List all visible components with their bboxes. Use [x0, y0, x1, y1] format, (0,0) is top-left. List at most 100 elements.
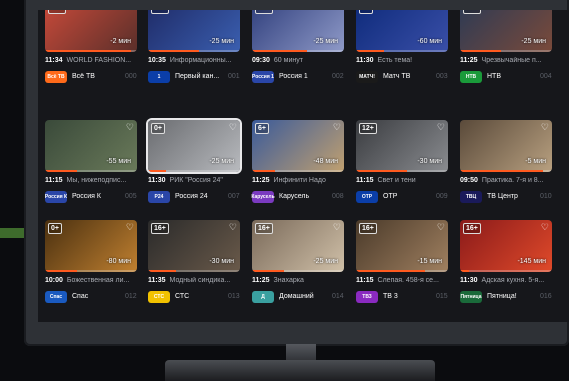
remaining-time: -25 мин [209, 158, 234, 165]
channel-row[interactable]: ТВ3 ТВ 3 015 [356, 290, 460, 304]
progress-fill [148, 170, 167, 172]
program-title: Слепая. 458-я се... [377, 277, 439, 284]
channel-row[interactable]: Всё ТВ Всё ТВ 000 [45, 70, 149, 84]
channel-row[interactable]: Пятница Пятница! 016 [460, 290, 564, 304]
channel-name: Первый кан... [175, 73, 220, 80]
program-thumbnail[interactable]: ♡ -5 мин [460, 120, 552, 172]
program-info: 11:25 Знахарка [252, 277, 352, 287]
channel-row[interactable]: Россия К Россия К 005 [45, 190, 149, 204]
channel-row[interactable]: ТВЦ ТВ Центр 010 [460, 190, 564, 204]
program-thumbnail[interactable]: 16+ ♡ -145 мин [460, 220, 552, 272]
progress-bar [252, 50, 344, 52]
channel-row[interactable]: 1 Первый кан... 001 [148, 70, 252, 84]
program-info: 11:30 РИК "Россия 24" [148, 177, 248, 187]
heart-icon[interactable]: ♡ [229, 222, 237, 232]
channel-row[interactable]: НТВ НТВ 004 [460, 70, 564, 84]
program-thumbnail[interactable]: 16+ ♡ -25 мин [460, 10, 552, 52]
channel-row[interactable]: Спас Спас 012 [45, 290, 149, 304]
program-title: Инфинити Надо [273, 177, 326, 184]
channel-number: 001 [228, 73, 240, 80]
channel-logo-icon: Россия К [45, 191, 67, 203]
remaining-time: -80 мин [106, 258, 131, 265]
program-thumbnail[interactable]: 6+ ♡ -48 мин [252, 120, 344, 172]
remaining-time: -60 мин [417, 38, 442, 45]
channel-row[interactable]: Д Домашний 014 [252, 290, 356, 304]
progress-bar [148, 270, 240, 272]
progress-bar [148, 50, 240, 52]
remaining-time: -55 мин [106, 158, 131, 165]
program-time: 11:30 [460, 277, 478, 284]
program-thumbnail[interactable]: 12+ ♡ -25 мин [252, 10, 344, 52]
program-info: 11:30 Адская кухня. 5-я... [460, 277, 560, 287]
channel-number: 005 [125, 193, 137, 200]
program-time: 11:34 [45, 57, 63, 64]
channel-name: Россия 24 [175, 193, 208, 200]
program-thumbnail[interactable]: 16+ ♡ -2 мин [45, 10, 137, 52]
channel-row[interactable]: Карусель Карусель 008 [251, 190, 356, 204]
tv-stand-base [165, 360, 435, 381]
age-rating-badge: 6+ [255, 123, 269, 134]
channel-name: Карусель [279, 193, 310, 200]
channel-number: 008 [332, 193, 344, 200]
program-thumbnail[interactable]: 0+ ♡ -25 мин [148, 120, 240, 172]
program-thumbnail[interactable]: 0+ ♡ -80 мин [45, 220, 137, 272]
channel-row[interactable]: ОТР ОТР 009 [356, 190, 460, 204]
program-thumbnail[interactable]: 0+ ♡ -60 мин [356, 10, 448, 52]
heart-icon[interactable]: ♡ [333, 122, 341, 132]
progress-fill [356, 270, 425, 272]
program-time: 11:35 [148, 277, 166, 284]
heart-icon[interactable]: ♡ [126, 222, 134, 232]
program-info: 10:00 Божественная ли... [45, 277, 145, 287]
program-time: 09:30 [252, 57, 270, 64]
channel-row[interactable]: СТС СТС 013 [148, 290, 252, 304]
progress-bar [460, 170, 552, 172]
progress-bar [148, 170, 240, 172]
heart-icon[interactable]: ♡ [437, 222, 445, 232]
channel-number: 010 [540, 193, 552, 200]
progress-fill [252, 270, 285, 272]
progress-bar [252, 170, 344, 172]
program-title: 60 минут [273, 57, 303, 64]
channel-logo-icon: 1 [148, 71, 170, 83]
progress-fill [45, 170, 78, 172]
program-title: Божественная ли... [66, 277, 130, 284]
channel-logo-icon: Пятница [460, 291, 482, 303]
heart-icon[interactable]: ♡ [229, 10, 237, 12]
progress-fill [460, 170, 543, 172]
age-rating-badge: 16+ [151, 223, 169, 234]
heart-icon[interactable]: ♡ [541, 222, 549, 232]
heart-icon[interactable]: ♡ [437, 10, 445, 12]
channel-number: 014 [332, 293, 344, 300]
channel-logo-icon: Всё ТВ [45, 71, 67, 83]
age-rating-badge: 0+ [359, 10, 373, 14]
program-thumbnail[interactable]: 16+ ♡ -25 мин [252, 220, 344, 272]
program-thumbnail[interactable]: 16+ ♡ -15 мин [356, 220, 448, 272]
heart-icon[interactable]: ♡ [333, 222, 341, 232]
progress-bar [356, 270, 448, 272]
channel-row[interactable]: Россия 1 Россия 1 002 [252, 70, 356, 84]
heart-icon[interactable]: ♡ [541, 122, 549, 132]
heart-icon[interactable]: ♡ [229, 122, 237, 132]
program-thumbnail[interactable]: 16+ ♡ -25 мин [148, 10, 240, 52]
remaining-time: -25 мин [313, 38, 338, 45]
channel-number: 013 [228, 293, 240, 300]
heart-icon[interactable]: ♡ [541, 10, 549, 12]
heart-icon[interactable]: ♡ [437, 122, 445, 132]
program-time: 11:15 [356, 277, 374, 284]
program-thumbnail[interactable]: 16+ ♡ -30 мин [148, 220, 240, 272]
channel-row[interactable]: МАТЧ! Матч ТВ 003 [356, 70, 460, 84]
program-title: Чрезвычайные п... [481, 57, 542, 64]
channel-logo-icon: Спас [45, 291, 67, 303]
channel-name: Россия 1 [279, 73, 308, 80]
heart-icon[interactable]: ♡ [126, 10, 134, 12]
remaining-time: -5 мин [525, 158, 546, 165]
heart-icon[interactable]: ♡ [333, 10, 341, 12]
channel-row[interactable]: Р24 Россия 24 007 [148, 190, 252, 204]
program-thumbnail[interactable]: ♡ -55 мин [45, 120, 137, 172]
program-info: 11:25 Чрезвычайные п... [460, 57, 560, 67]
heart-icon[interactable]: ♡ [126, 122, 134, 132]
channel-name: ТВ Центр [487, 193, 518, 200]
progress-fill [148, 50, 199, 52]
program-thumbnail[interactable]: 12+ ♡ -30 мин [356, 120, 448, 172]
channel-logo-icon: НТВ [460, 71, 482, 83]
